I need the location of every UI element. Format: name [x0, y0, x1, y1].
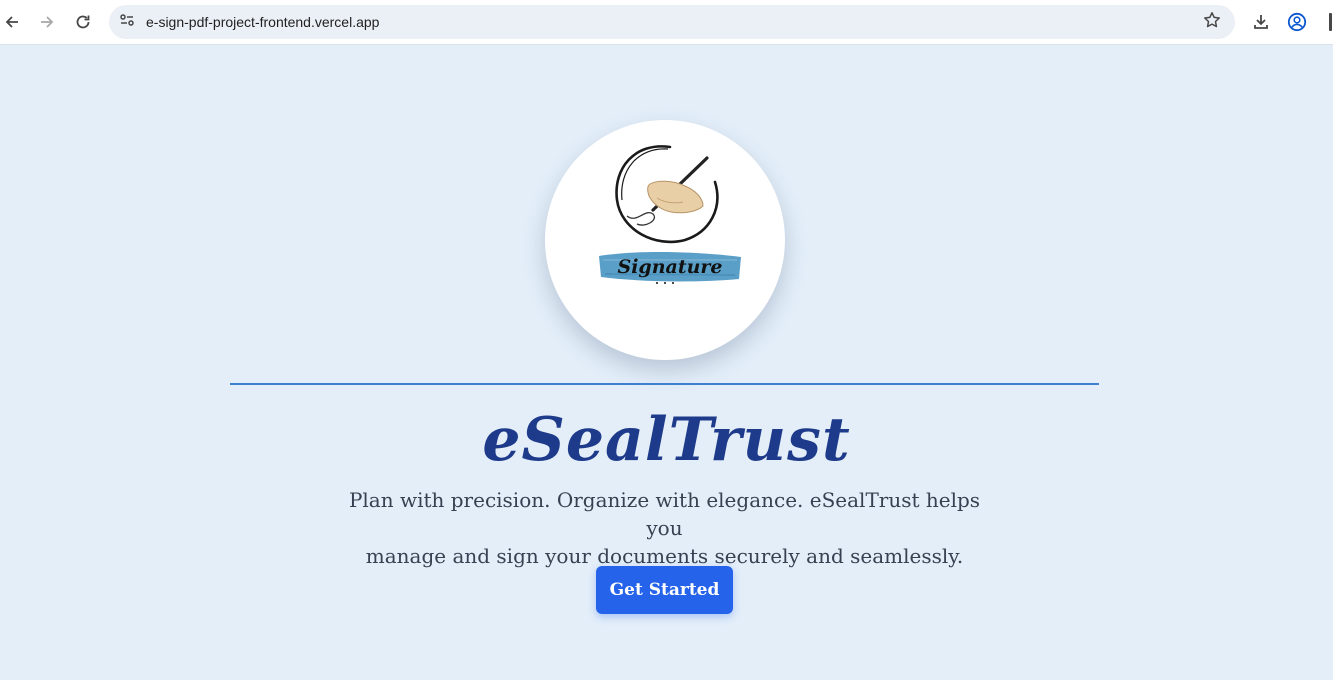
tagline-line-2: manage and sign your documents securely … — [365, 544, 964, 568]
logo-text: Signature — [617, 256, 722, 278]
bookmark-star-icon — [1203, 11, 1221, 34]
toolbar-overflow-edge — [1329, 13, 1332, 31]
reload-button[interactable] — [67, 6, 99, 38]
reload-icon — [74, 13, 92, 31]
site-info-icon — [119, 12, 135, 33]
brand-title: eSealTrust — [482, 405, 851, 475]
tagline-line-1: Plan with precision. Organize with elega… — [348, 488, 981, 540]
forward-icon — [38, 13, 56, 31]
bookmark-button[interactable] — [1197, 7, 1227, 37]
logo: Signature — [545, 120, 785, 360]
signature-logo-graphic: Signature — [599, 145, 741, 284]
forward-button[interactable] — [31, 6, 63, 38]
tagline: Plan with precision. Organize with elega… — [330, 486, 999, 570]
back-icon — [3, 13, 21, 31]
url-text[interactable]: e-sign-pdf-project-frontend.vercel.app — [146, 14, 379, 30]
divider — [230, 383, 1099, 385]
profile-icon — [1287, 12, 1307, 32]
site-info-button[interactable] — [113, 8, 141, 36]
profile-button[interactable] — [1281, 6, 1313, 38]
browser-toolbar: e-sign-pdf-project-frontend.vercel.app — [0, 0, 1333, 45]
address-bar[interactable]: e-sign-pdf-project-frontend.vercel.app — [109, 5, 1235, 39]
get-started-button[interactable]: Get Started — [596, 566, 733, 614]
back-button[interactable] — [0, 6, 28, 38]
download-icon — [1252, 13, 1270, 31]
download-button[interactable] — [1245, 6, 1277, 38]
